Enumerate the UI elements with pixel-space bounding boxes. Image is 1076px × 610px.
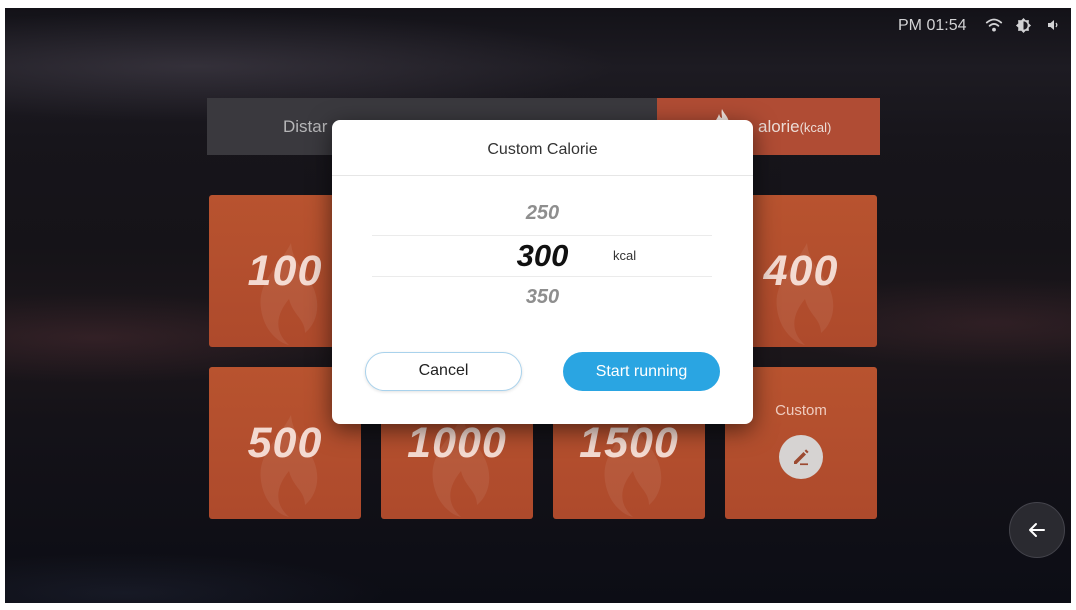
picker-item-prev[interactable]: 250 (332, 201, 753, 225)
picker-selection-line-top (372, 235, 712, 236)
volume-icon (1048, 20, 1058, 30)
arrow-left-icon (1029, 523, 1045, 537)
picker-item-selected[interactable]: 300 (332, 239, 753, 273)
tab-calorie-unit: (kcal) (799, 120, 832, 135)
tab-distance-label: Distar (283, 117, 328, 136)
picker-item-next[interactable]: 350 (332, 285, 753, 309)
picker-selection-line-bottom (372, 276, 712, 277)
status-time: PM 01:54 (898, 17, 967, 34)
cancel-button[interactable]: Cancel (365, 352, 522, 391)
dialog-title: Custom Calorie (487, 141, 598, 158)
brightness-icon (1015, 17, 1032, 34)
device-screen: PM 01:54 Distar alorie(kcal) 100 400 500… (5, 8, 1071, 603)
dialog-divider (332, 175, 753, 176)
custom-calorie-dialog: Custom Calorie 250 300 kcal 350 Cancel S… (332, 120, 753, 424)
tab-calorie-text: alorie (758, 117, 800, 136)
wifi-icon (985, 18, 1003, 32)
tab-calorie-label: alorie(kcal) (758, 98, 831, 156)
picker-unit-label: kcal (613, 248, 637, 263)
back-button[interactable] (1009, 502, 1065, 558)
edit-icon (779, 435, 823, 479)
start-running-button[interactable]: Start running (563, 352, 720, 391)
